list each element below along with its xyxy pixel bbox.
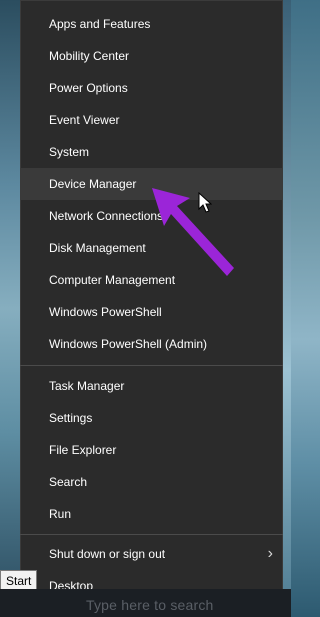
desktop-background-right [283,0,291,617]
power-user-menu: Apps and Features Mobility Center Power … [20,0,283,603]
menu-separator [20,534,283,535]
menu-item-search[interactable]: Search [20,466,283,498]
menu-item-label: Network Connections [49,209,164,223]
menu-item-label: Run [49,507,72,521]
menu-item-settings[interactable]: Settings [20,402,283,434]
menu-item-label: Windows PowerShell (Admin) [49,337,208,351]
menu-item-label: Search [49,475,88,489]
mouse-pointer-icon [198,192,212,213]
menu-item-label: Apps and Features [49,17,151,31]
menu-item-shut-down-or-sign-out[interactable]: Shut down or sign out › [20,538,283,570]
menu-item-label: Mobility Center [49,49,130,63]
menu-item-windows-powershell-admin[interactable]: Windows PowerShell (Admin) [20,328,283,360]
menu-item-label: Shut down or sign out [49,547,166,561]
menu-item-system[interactable]: System [20,136,283,168]
start-tooltip: Start [0,570,38,590]
menu-item-run[interactable]: Run [20,498,283,530]
menu-item-label: Disk Management [49,241,146,255]
menu-item-label: File Explorer [49,443,117,457]
chevron-right-icon: › [267,545,273,562]
menu-item-label: Device Manager [49,177,137,191]
menu-item-file-explorer[interactable]: File Explorer [20,434,283,466]
menu-item-event-viewer[interactable]: Event Viewer [20,104,283,136]
menu-item-label: Task Manager [49,379,125,393]
menu-separator [20,365,283,366]
taskbar: Type here to search [0,589,291,617]
menu-item-label: Power Options [49,81,128,95]
menu-item-mobility-center[interactable]: Mobility Center [20,40,283,72]
menu-item-label: System [49,145,90,159]
menu-item-apps-and-features[interactable]: Apps and Features [20,8,283,40]
menu-item-power-options[interactable]: Power Options [20,72,283,104]
menu-item-windows-powershell[interactable]: Windows PowerShell [20,296,283,328]
menu-item-label: Event Viewer [49,113,120,127]
purple-arrow-icon [152,188,234,276]
desktop-background-left [0,0,20,617]
menu-item-label: Windows PowerShell [49,305,162,319]
taskbar-search-placeholder: Type here to search [86,597,214,613]
menu-item-label: Settings [49,411,93,425]
menu-item-task-manager[interactable]: Task Manager [20,370,283,402]
